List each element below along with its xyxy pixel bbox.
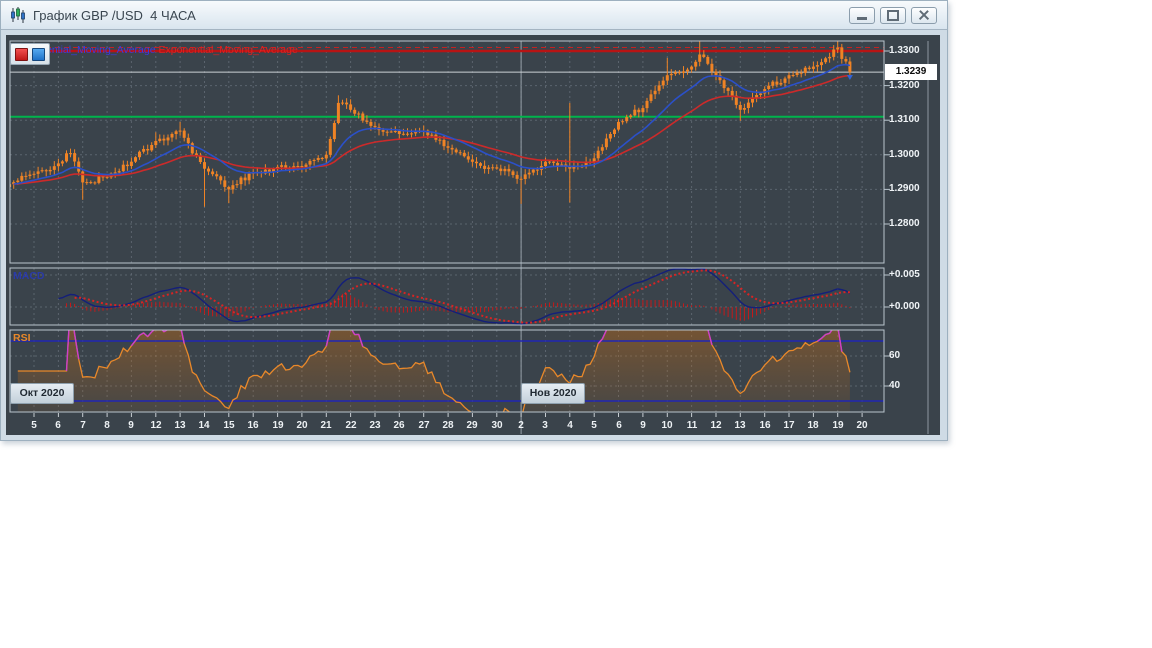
window-body: ential_Moving_Average Exponential_Moving… [1, 30, 947, 440]
x-axis-date-label: 6 [55, 420, 61, 431]
x-axis-date-label: 3 [542, 420, 548, 431]
x-axis-date-label: 20 [296, 420, 308, 431]
minimize-button[interactable] [849, 6, 875, 24]
close-button[interactable] [911, 6, 937, 24]
indicator-toggle-box [10, 43, 50, 65]
x-axis-date-label: 4 [567, 420, 573, 431]
month-label-nov: Нов 2020 [521, 383, 586, 404]
x-axis-date-label: 9 [640, 420, 646, 431]
x-axis-date-label: 19 [832, 420, 844, 431]
x-axis-date-label: 17 [783, 420, 795, 431]
macd-axis-tick: +0.005 [889, 269, 920, 280]
x-axis-date-label: 14 [198, 420, 210, 431]
chart-plot-area[interactable] [6, 35, 940, 435]
x-axis-date-label: 18 [807, 420, 819, 431]
x-axis-date-label: 10 [661, 420, 673, 431]
window-title: График GBP /USD 4 ЧАСА [33, 7, 196, 23]
x-axis-date-label: 5 [591, 420, 597, 431]
x-axis-date-label: 15 [223, 420, 235, 431]
x-axis-date-label: 12 [710, 420, 722, 431]
x-axis-date-label: 12 [150, 420, 162, 431]
restore-button[interactable] [880, 6, 906, 24]
chart-client-area: ential_Moving_Average Exponential_Moving… [6, 35, 940, 435]
x-axis-date-label: 16 [759, 420, 771, 431]
ema-blue-toggle-button[interactable] [32, 47, 45, 61]
x-axis-date-label: 13 [174, 420, 186, 431]
x-axis-date-label: 26 [393, 420, 405, 431]
legend-ema-fast-label: ential_Moving_Average [46, 44, 156, 56]
x-axis-date-label: 9 [128, 420, 134, 431]
close-icon [918, 10, 930, 20]
candlestick-chart-icon [9, 6, 27, 24]
month-label-oct: Окт 2020 [10, 383, 74, 404]
x-axis-date-label: 6 [616, 420, 622, 431]
x-axis-date-label: 21 [320, 420, 332, 431]
x-axis-date-label: 23 [369, 420, 381, 431]
current-price-box: 1.3239 [885, 64, 937, 80]
price-axis-tick: 1.3200 [889, 80, 920, 91]
title-bar[interactable]: График GBP /USD 4 ЧАСА [1, 1, 947, 30]
indicator-legend: ential_Moving_Average Exponential_Moving… [46, 44, 298, 56]
x-axis-date-label: 28 [442, 420, 454, 431]
macd-panel-label: MACD [13, 270, 45, 282]
price-axis-tick: 1.3000 [889, 149, 920, 160]
price-axis-tick: 1.2800 [889, 218, 920, 229]
x-axis-date-label: 19 [272, 420, 284, 431]
price-axis-tick: 1.3300 [889, 45, 920, 56]
ema-red-toggle-button[interactable] [15, 47, 28, 61]
x-axis-date-label: 7 [80, 420, 86, 431]
x-axis-date-label: 11 [686, 420, 698, 431]
restore-icon [887, 9, 899, 21]
price-axis-tick: 1.2900 [889, 183, 920, 194]
x-axis-date-label: 2 [518, 420, 524, 431]
chart-window: График GBP /USD 4 ЧАСА ential_Moving_Ave… [0, 0, 948, 441]
x-axis-date-label: 5 [31, 420, 37, 431]
x-axis-date-label: 29 [466, 420, 478, 431]
x-axis-date-label: 22 [345, 420, 357, 431]
macd-axis-tick: +0.000 [889, 301, 920, 312]
price-axis-tick: 1.3100 [889, 114, 920, 125]
x-axis-date-label: 27 [418, 420, 430, 431]
rsi-axis-tick: 60 [889, 350, 901, 361]
rsi-axis-tick: 40 [889, 380, 901, 391]
x-axis-date-label: 8 [104, 420, 110, 431]
x-axis-date-label: 16 [247, 420, 259, 431]
legend-ema-slow-label: Exponential_Moving_Average [158, 44, 298, 56]
x-axis-date-label: 13 [734, 420, 746, 431]
x-axis-date-label: 20 [856, 420, 868, 431]
rsi-panel-label: RSI [13, 332, 31, 344]
minimize-icon [857, 17, 867, 20]
x-axis-date-label: 30 [491, 420, 503, 431]
